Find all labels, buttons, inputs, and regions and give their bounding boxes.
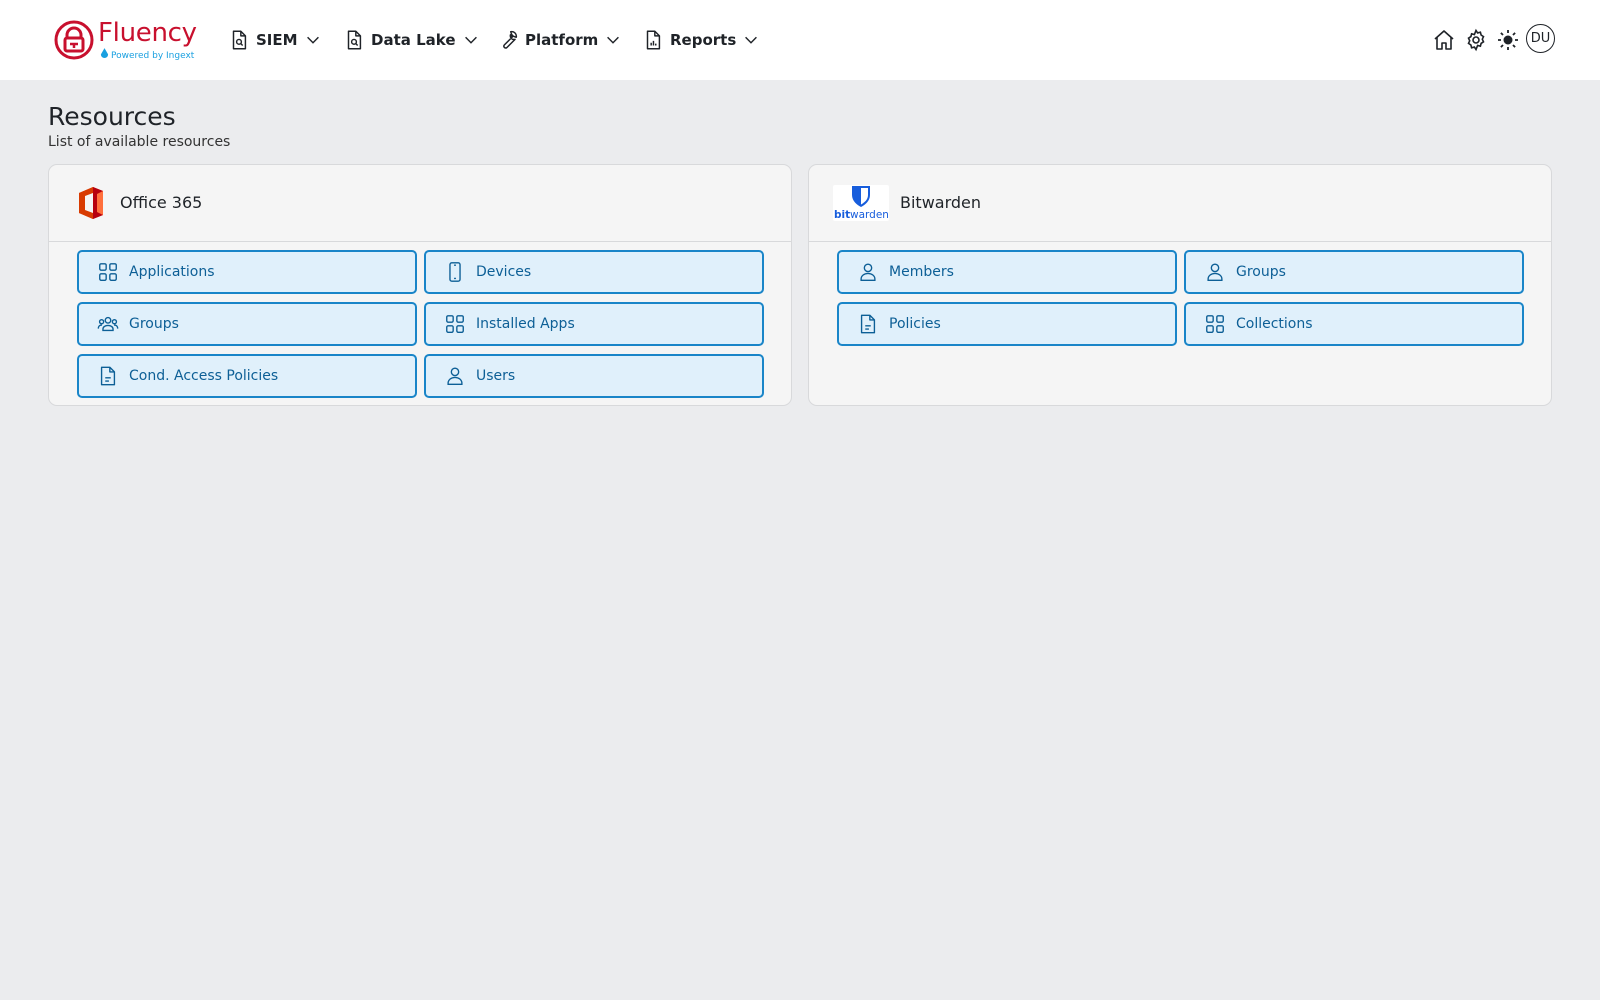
resource-button-label: Installed Apps: [476, 316, 575, 332]
resource-button-cond-access-policies[interactable]: Cond. Access Policies: [77, 354, 417, 398]
document-icon: [860, 314, 876, 334]
resource-card-office365: Office 365 Applications Devices Groups I…: [48, 164, 792, 406]
resource-button-label: Cond. Access Policies: [129, 368, 279, 384]
settings-button[interactable]: [1464, 28, 1488, 52]
ingext-drop-icon: [100, 48, 109, 58]
resource-button-label: Members: [889, 264, 954, 280]
card-header: bit warden Bitwarden: [809, 165, 1551, 242]
resource-button-applications[interactable]: Applications: [77, 250, 417, 294]
user-icon: [1207, 263, 1223, 281]
document-search-icon: [232, 30, 247, 50]
nav-data-lake-label: Data Lake: [371, 31, 456, 49]
nav-data-lake[interactable]: Data Lake: [343, 26, 480, 54]
nav-platform[interactable]: Platform: [497, 26, 622, 54]
page-subtitle: List of available resources: [48, 134, 231, 150]
resource-button-label: Collections: [1236, 316, 1313, 332]
bitwarden-logo-icon: bit warden: [833, 185, 889, 221]
logo-name: Fluency: [98, 18, 197, 48]
gear-icon: [1467, 28, 1485, 52]
document-search-icon: [347, 30, 362, 50]
resource-button-label: Groups: [1236, 264, 1286, 280]
resource-button-collections[interactable]: Collections: [1184, 302, 1524, 346]
svg-text:bit: bit: [834, 209, 850, 221]
card-title: Bitwarden: [900, 193, 982, 212]
logo-subtitle: Powered by Ingext: [100, 48, 194, 61]
resource-button-label: Devices: [476, 264, 532, 280]
card-header: Office 365: [49, 165, 791, 242]
resource-button-label: Groups: [129, 316, 179, 332]
resource-button-devices[interactable]: Devices: [424, 250, 764, 294]
fluency-logo-icon: [54, 20, 94, 60]
phone-icon: [449, 262, 461, 282]
wrench-icon: [503, 30, 518, 49]
chevron-down-icon: [306, 36, 319, 44]
resource-card-bitwarden: bit warden Bitwarden Members Groups Poli…: [808, 164, 1552, 406]
user-avatar[interactable]: DU: [1526, 24, 1555, 53]
resource-button-users[interactable]: Users: [424, 354, 764, 398]
page-title: Resources: [48, 102, 176, 131]
resource-button-groups[interactable]: Groups: [77, 302, 417, 346]
resource-button-groups[interactable]: Groups: [1184, 250, 1524, 294]
grid-icon: [446, 315, 464, 333]
nav-siem-label: SIEM: [256, 31, 298, 49]
office365-logo-icon: [79, 187, 103, 219]
chevron-down-icon: [464, 36, 477, 44]
resource-button-label: Applications: [129, 264, 215, 280]
svg-text:warden: warden: [850, 209, 889, 221]
fluency-logo[interactable]: Fluency Powered by Ingext: [54, 18, 197, 62]
card-title: Office 365: [120, 193, 203, 212]
sun-icon: [1498, 30, 1518, 50]
nav-platform-label: Platform: [525, 31, 599, 49]
report-chart-icon: [646, 30, 661, 50]
resource-button-installed-apps[interactable]: Installed Apps: [424, 302, 764, 346]
home-icon: [1434, 30, 1454, 50]
theme-toggle-button[interactable]: [1496, 28, 1520, 52]
user-icon: [447, 367, 463, 385]
nav-reports-label: Reports: [670, 31, 737, 49]
resource-button-label: Policies: [889, 316, 941, 332]
resource-button-policies[interactable]: Policies: [837, 302, 1177, 346]
resource-button-label: Users: [476, 368, 516, 384]
users-icon: [97, 316, 119, 332]
home-button[interactable]: [1432, 28, 1456, 52]
chevron-down-icon: [607, 36, 620, 44]
nav-siem[interactable]: SIEM: [228, 26, 322, 54]
resource-button-members[interactable]: Members: [837, 250, 1177, 294]
chevron-down-icon: [745, 36, 758, 44]
document-icon: [100, 366, 116, 386]
user-icon: [860, 263, 876, 281]
nav-reports[interactable]: Reports: [642, 26, 760, 54]
grid-icon: [1206, 315, 1224, 333]
grid-icon: [99, 263, 117, 281]
top-navbar: Fluency Powered by Ingext SIEM Data Lake…: [0, 0, 1600, 80]
